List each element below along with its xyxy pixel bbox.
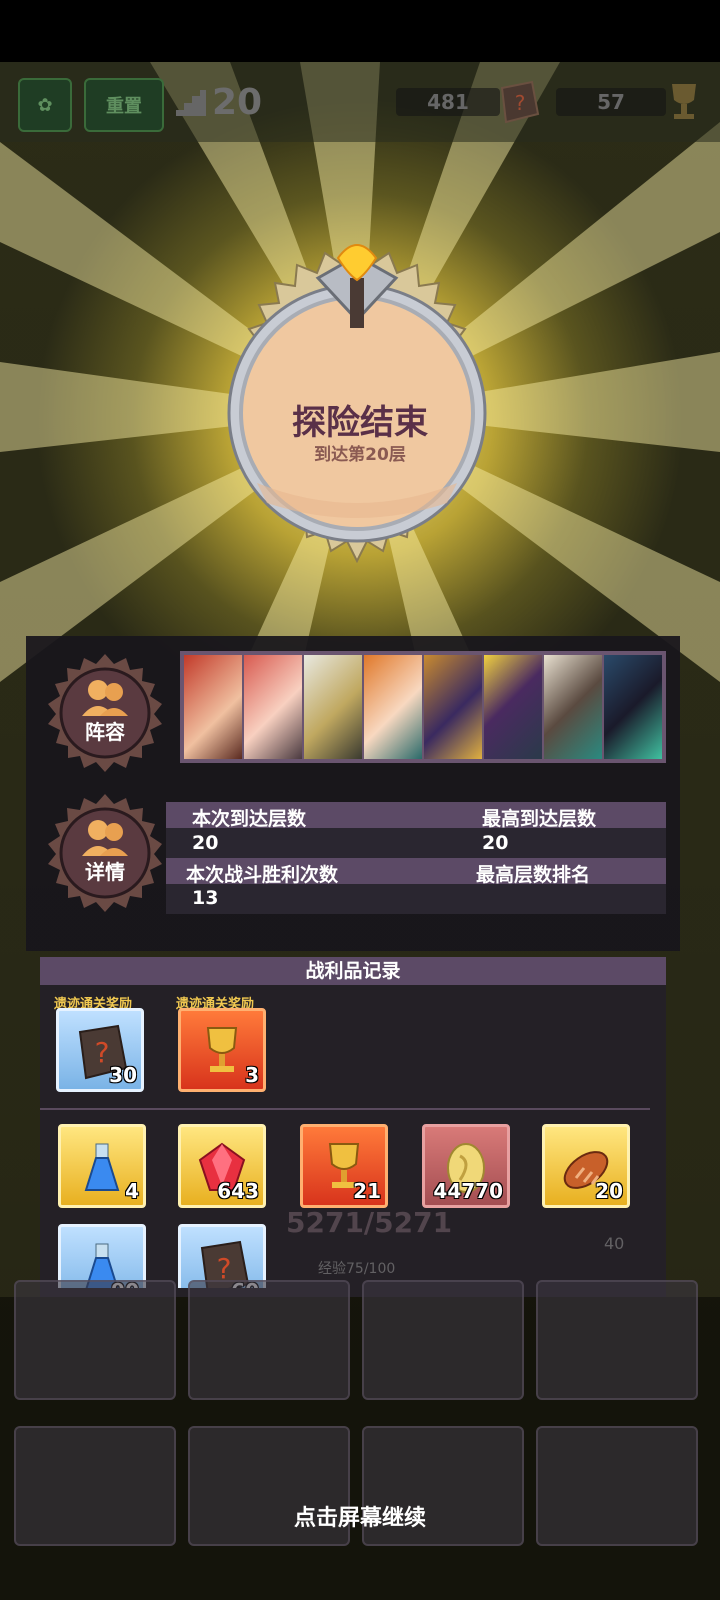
hero-portrait[interactable]: [604, 655, 662, 759]
trophy-icon: [672, 84, 696, 119]
item-qty: 3: [245, 1063, 259, 1087]
side-value: 40: [604, 1234, 625, 1253]
details-label: 详情: [85, 860, 125, 884]
loot-item[interactable]: 4: [58, 1124, 146, 1208]
loot-divider: [40, 1108, 650, 1110]
item-qty: 4: [125, 1179, 139, 1203]
hero-portrait[interactable]: [184, 655, 242, 759]
hero-portrait[interactable]: [544, 655, 602, 759]
wins-value: 13: [192, 887, 219, 909]
loot-item[interactable]: 21: [300, 1124, 388, 1208]
best-floor-label: 最高到达层数: [482, 808, 597, 830]
loot-item[interactable]: 3: [178, 1008, 266, 1092]
hero-portrait[interactable]: [304, 655, 362, 759]
hero-portrait[interactable]: [424, 655, 482, 759]
item-qty: 30: [109, 1063, 137, 1087]
result-title: 探险结束: [292, 403, 428, 443]
rank-label: 最高层数排名: [476, 864, 591, 886]
details-badge: [48, 794, 162, 912]
stairs-icon: [176, 89, 206, 116]
reset-button[interactable]: 重置: [84, 78, 164, 132]
item-qty: 44770: [433, 1179, 503, 1203]
loot-item[interactable]: ? 60: [178, 1224, 266, 1288]
item-qty: 643: [217, 1179, 259, 1203]
best-floor-value: 20: [482, 832, 509, 854]
result-subtitle: 到达第20层: [314, 445, 406, 465]
trophy-counter: 57: [556, 88, 666, 116]
hero-portrait[interactable]: [364, 655, 422, 759]
svg-text:?: ?: [95, 1036, 110, 1069]
team-label: 阵容: [85, 720, 125, 744]
loot-item[interactable]: 20: [542, 1124, 630, 1208]
hp-readout: 5271/5271: [286, 1206, 453, 1239]
floor-indicator: 20: [176, 82, 262, 123]
item-qty: 20: [595, 1179, 623, 1203]
wins-label: 本次战斗胜利次数: [186, 864, 339, 886]
hero-portrait[interactable]: [244, 655, 302, 759]
stat-value-row-1: [166, 828, 666, 858]
stat-value-row-2: [166, 884, 666, 914]
item-qty: 21: [353, 1179, 381, 1203]
team-portraits: [180, 651, 666, 763]
relic-icon: ?: [500, 80, 540, 124]
current-floor-value: 20: [192, 832, 219, 854]
hero-card-slot: [536, 1280, 698, 1400]
current-floor-label: 本次到达层数: [192, 808, 307, 830]
loot-item[interactable]: ? 30: [56, 1008, 144, 1092]
loot-title: 战利品记录: [40, 957, 666, 985]
hero-card-slot: [14, 1280, 176, 1400]
svg-text:?: ?: [515, 91, 526, 115]
loot-item[interactable]: 643: [178, 1124, 266, 1208]
settings-button[interactable]: ✿: [18, 78, 72, 132]
loot-item[interactable]: 90: [58, 1224, 146, 1288]
team-badge: [48, 654, 162, 772]
loot-item[interactable]: 44770: [422, 1124, 510, 1208]
relic-counter: 481: [396, 88, 500, 116]
tap-to-continue[interactable]: 点击屏幕继续: [0, 1500, 720, 1532]
hero-card-slot: [188, 1280, 350, 1400]
xp-readout: 经验75/100: [318, 1261, 396, 1277]
gear-icon: ✿: [37, 94, 53, 116]
hero-portrait[interactable]: [484, 655, 542, 759]
hero-card-slot: [362, 1280, 524, 1400]
